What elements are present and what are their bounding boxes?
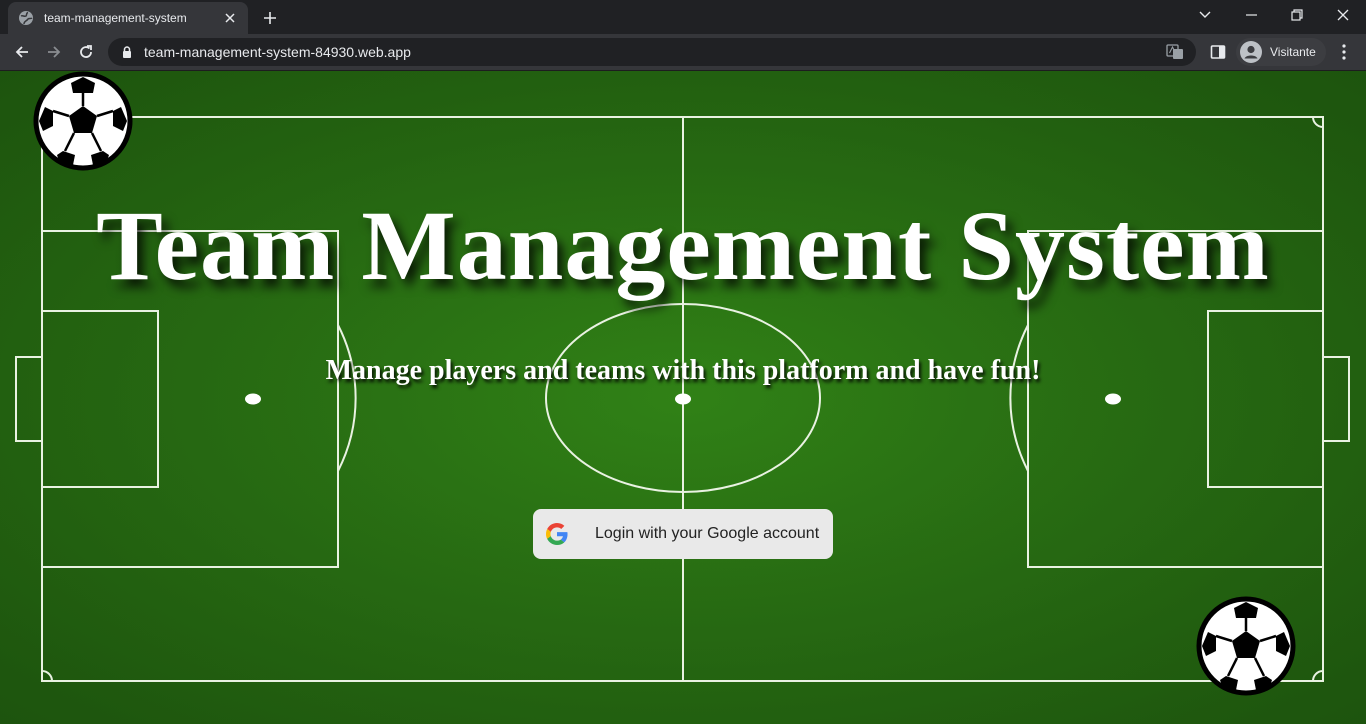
close-tab-icon[interactable] xyxy=(222,10,238,26)
lock-icon[interactable] xyxy=(120,45,134,59)
browser-toolbar: team-management-system-84930.web.app Vis… xyxy=(0,34,1366,71)
reload-icon[interactable] xyxy=(72,38,100,66)
browser-tab[interactable]: team-management-system xyxy=(8,2,248,34)
page-title: Team Management System xyxy=(96,190,1270,301)
tab-search-chevron-icon[interactable] xyxy=(1182,0,1228,30)
soccer-ball-icon xyxy=(33,71,133,171)
login-button-label: Login with your Google account xyxy=(595,525,820,542)
tab-strip: team-management-system xyxy=(0,0,1366,34)
profile-button[interactable]: Visitante xyxy=(1236,38,1326,66)
translate-icon[interactable] xyxy=(1166,43,1184,61)
page-subtitle: Manage players and teams with this platf… xyxy=(325,355,1041,386)
side-panel-icon[interactable] xyxy=(1208,42,1228,62)
soccer-ball-icon xyxy=(1196,596,1296,696)
url-text[interactable]: team-management-system-84930.web.app xyxy=(144,44,1166,60)
globe-icon xyxy=(18,10,34,26)
forward-arrow-icon[interactable] xyxy=(40,38,68,66)
soccer-pitch-background xyxy=(0,71,1366,724)
more-menu-icon[interactable] xyxy=(1334,40,1354,64)
avatar-icon xyxy=(1240,41,1262,63)
back-arrow-icon[interactable] xyxy=(8,38,36,66)
close-window-icon[interactable] xyxy=(1320,0,1366,30)
google-login-button[interactable]: Login with your Google account xyxy=(533,509,833,559)
google-g-icon xyxy=(546,523,568,545)
page-viewport: Team Management System Manage players an… xyxy=(0,71,1366,724)
profile-name: Visitante xyxy=(1270,45,1316,59)
tab-title: team-management-system xyxy=(44,11,187,25)
restore-icon[interactable] xyxy=(1274,0,1320,30)
address-bar[interactable]: team-management-system-84930.web.app xyxy=(108,38,1196,66)
minimize-icon[interactable] xyxy=(1228,0,1274,30)
new-tab-button[interactable] xyxy=(258,6,282,30)
